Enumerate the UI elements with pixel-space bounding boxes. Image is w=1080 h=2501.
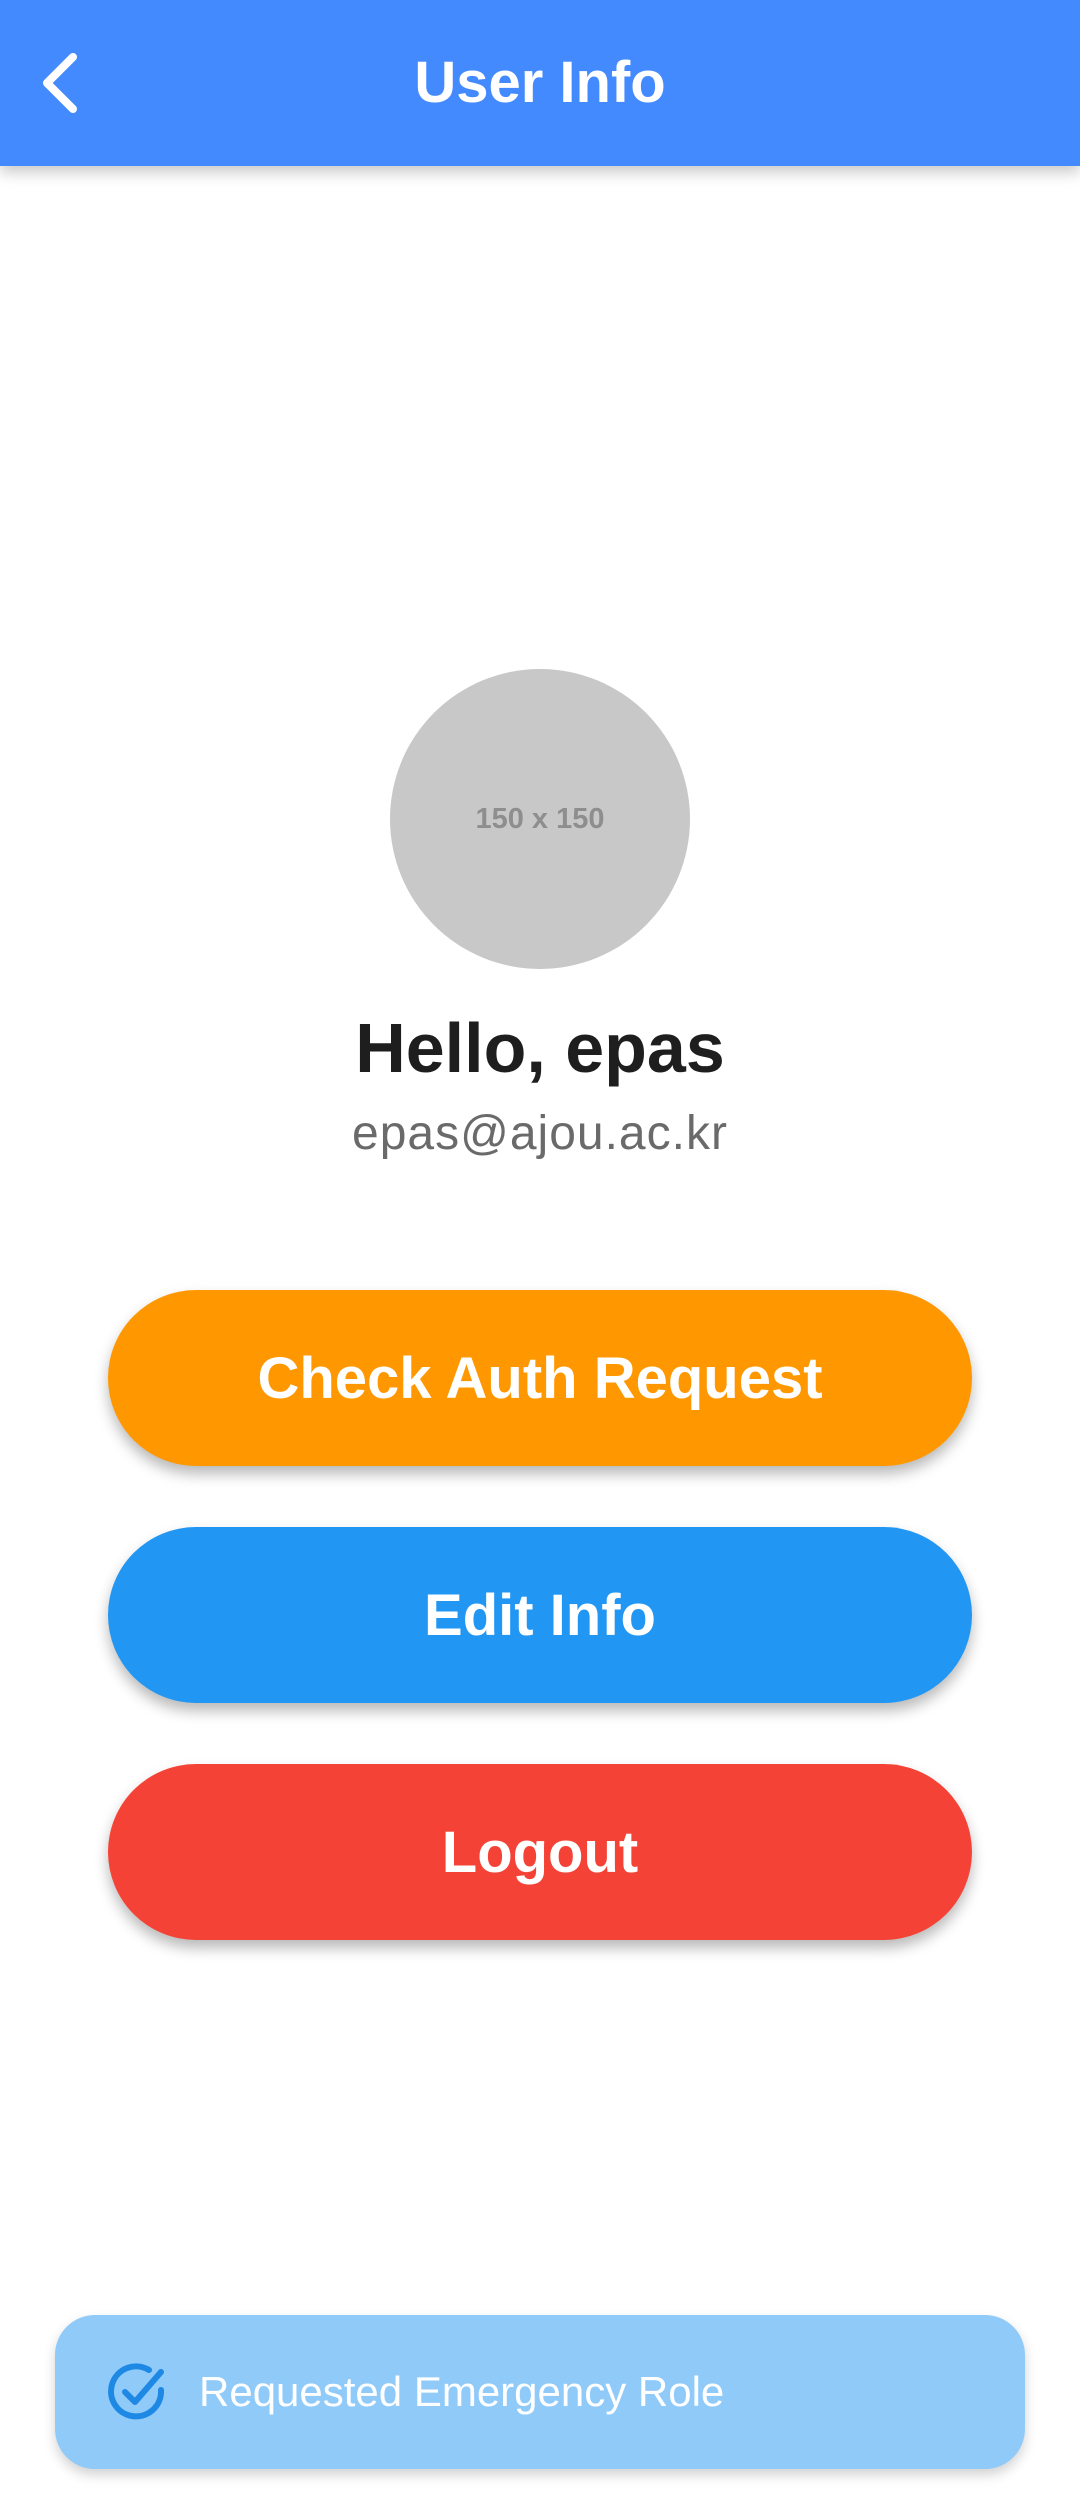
edit-info-button[interactable]: Edit Info	[108, 1527, 972, 1703]
greeting-text: Hello, epas	[355, 1009, 725, 1087]
avatar-placeholder-text: 150 x 150	[475, 802, 605, 835]
avatar: 150 x 150	[390, 669, 690, 969]
check-circle-icon	[105, 2360, 169, 2424]
snackbar-message: Requested Emergency Role	[199, 2368, 725, 2415]
app-bar: User Info	[0, 0, 1080, 166]
user-email: epas@ajou.ac.kr	[352, 1107, 728, 1160]
logout-button[interactable]: Logout	[108, 1764, 972, 1940]
page-title: User Info	[414, 50, 666, 115]
snackbar: Requested Emergency Role	[55, 2315, 1025, 2469]
check-auth-request-button[interactable]: Check Auth Request	[108, 1290, 972, 1466]
